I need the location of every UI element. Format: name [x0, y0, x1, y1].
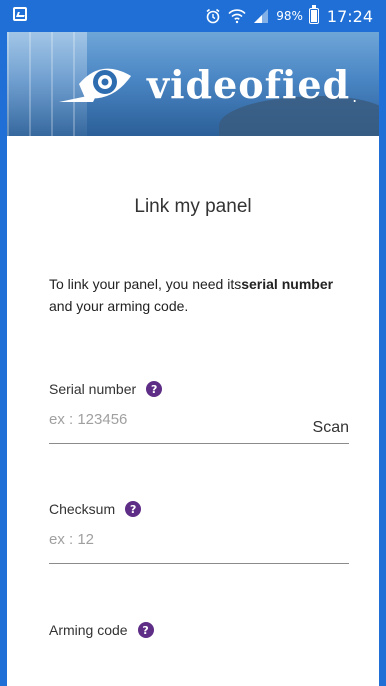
logo-wordmark: videofied — [147, 61, 351, 107]
alarm-icon — [204, 7, 222, 25]
checksum-input-wrapper — [49, 529, 349, 564]
battery-icon — [308, 5, 319, 24]
scan-button[interactable]: Scan — [313, 419, 349, 437]
serial-number-label-row: Serial number ? — [49, 381, 349, 397]
arming-code-field: Arming code ? — [49, 622, 349, 638]
checksum-label-row: Checksum ? — [49, 501, 349, 517]
eye-logo-icon — [53, 54, 143, 114]
serial-number-input-wrapper: Scan — [49, 409, 349, 444]
intro-text-part2: and your arming code. — [49, 298, 189, 314]
image-notification-icon — [13, 7, 27, 21]
serial-number-field: Serial number ? Scan — [49, 381, 349, 444]
arming-code-label-row: Arming code ? — [49, 622, 349, 638]
page-title: Link my panel — [134, 196, 252, 217]
checksum-field: Checksum ? — [49, 501, 349, 564]
header-banner: videofied . — [7, 32, 379, 136]
checksum-label: Checksum — [49, 501, 116, 517]
signal-icon — [252, 7, 270, 25]
brand-logo: videofied . — [53, 54, 357, 114]
checksum-help-icon[interactable]: ? — [125, 501, 142, 517]
status-time: 17:24 — [326, 6, 373, 26]
arming-code-label: Arming code — [49, 622, 128, 638]
status-indicators: 98% 17:24 — [204, 0, 373, 32]
intro-text: To link your panel, you need itsserial n… — [49, 273, 339, 317]
arming-code-help-icon[interactable]: ? — [137, 622, 154, 638]
checksum-input[interactable] — [49, 531, 269, 548]
status-bar: 98% 17:24 — [7, 0, 379, 32]
link-panel-form: Link my panel To link your panel, you ne… — [7, 136, 379, 686]
serial-number-input[interactable] — [49, 411, 269, 428]
wifi-icon — [228, 7, 246, 25]
serial-number-help-icon[interactable]: ? — [146, 381, 163, 397]
logo-dot: . — [352, 87, 358, 106]
serial-number-label: Serial number — [49, 381, 137, 397]
app-frame: 98% 17:24 videofied . Link my panel To l — [0, 0, 386, 686]
battery-percent: 98% — [276, 9, 303, 23]
intro-text-part1: To link your panel, you need its — [49, 276, 242, 292]
intro-text-bold: serial number — [241, 276, 334, 292]
